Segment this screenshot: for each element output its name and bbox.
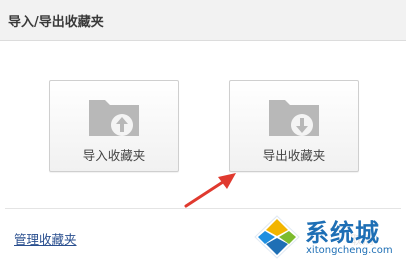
import-favorites-label: 导入收藏夹 [82, 148, 146, 163]
folder-download-icon [269, 100, 319, 136]
export-favorites-label: 导出收藏夹 [262, 148, 326, 163]
watermark-brand: 系统城 [305, 219, 380, 247]
dialog-title: 导入/导出收藏夹 [8, 15, 104, 30]
title-bar: 导入/导出收藏夹 [0, 0, 406, 41]
manage-favorites-link[interactable]: 管理收藏夹 [14, 229, 77, 248]
red-arrow-icon [184, 173, 236, 208]
import-favorites-button[interactable]: 导入收藏夹 [49, 80, 179, 172]
windows-logo-icon [254, 215, 300, 259]
watermark: 系统城 xitongcheng.com [250, 210, 406, 263]
folder-upload-icon [89, 100, 139, 136]
import-export-favorites-dialog: 导入/导出收藏夹 导入收藏夹 导出收藏夹 管理收藏夹 取消 [0, 0, 406, 263]
watermark-url: xitongcheng.com [306, 245, 393, 256]
export-favorites-button[interactable]: 导出收藏夹 [229, 80, 359, 172]
